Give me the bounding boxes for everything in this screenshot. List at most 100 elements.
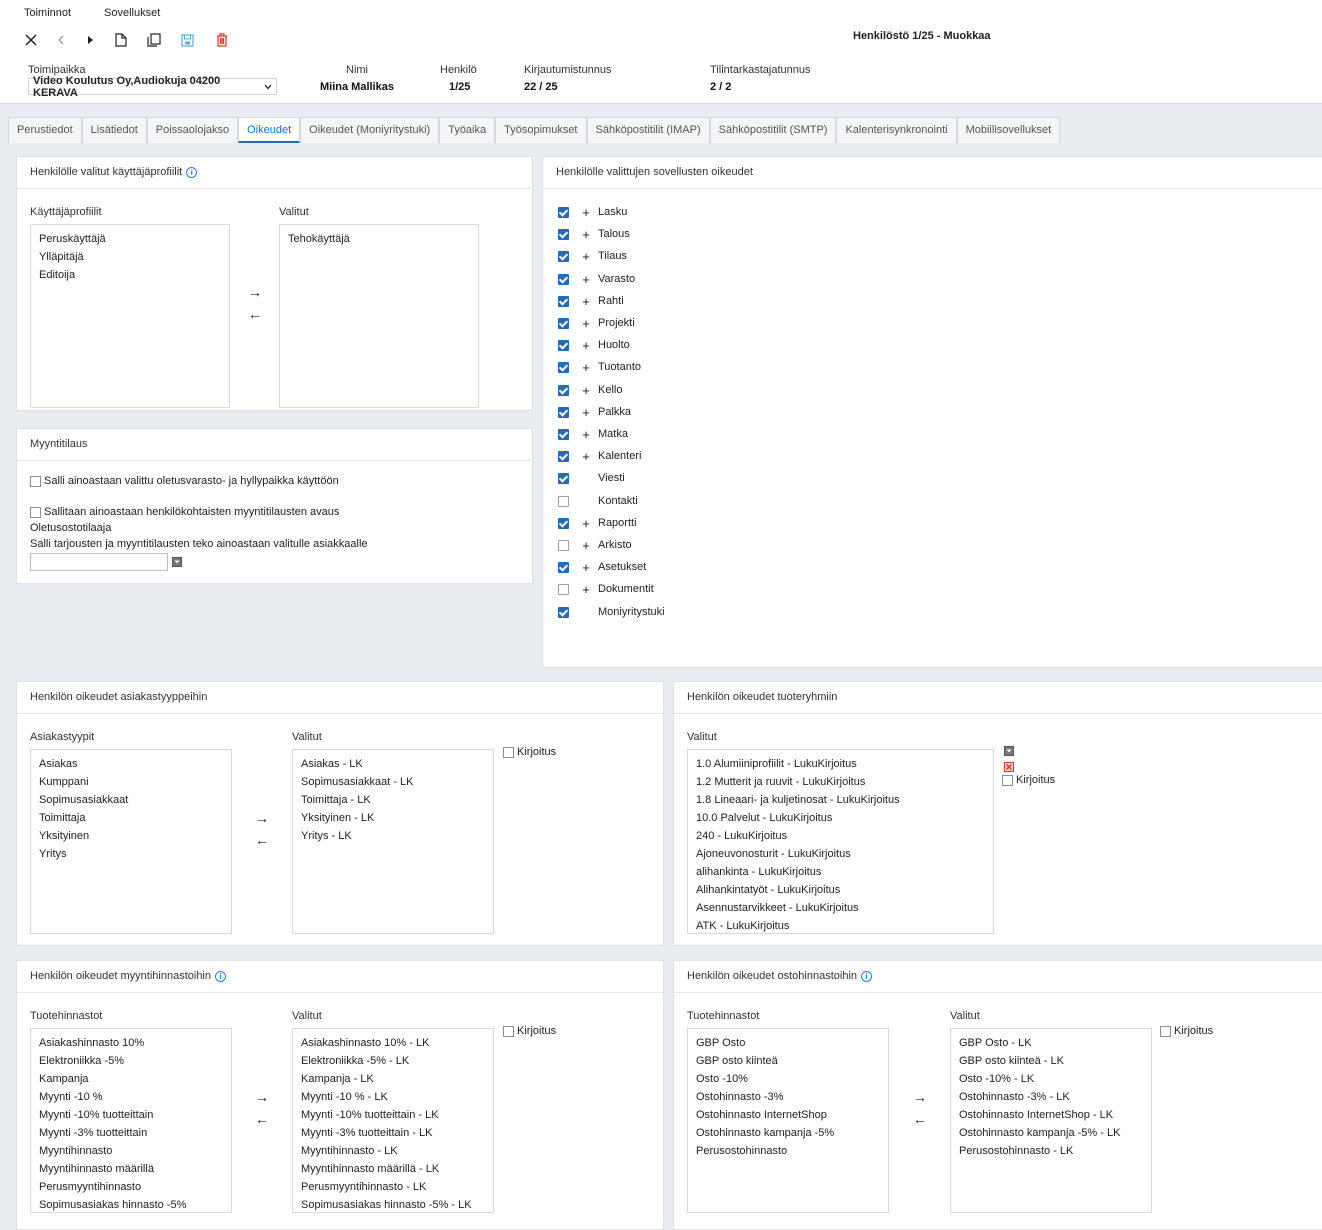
list-item[interactable]: Ostohinnasto InternetShop - LK bbox=[959, 1106, 1151, 1124]
list-item[interactable]: Alihankintatyöt - LukuKirjoitus bbox=[696, 881, 993, 899]
list-item[interactable]: GBP osto kiinteä bbox=[696, 1052, 888, 1070]
menu-toiminnot[interactable]: Toiminnot bbox=[24, 7, 71, 19]
remove-icon[interactable] bbox=[1004, 762, 1014, 772]
list-item[interactable]: 240 - LukuKirjoitus bbox=[696, 827, 993, 845]
expand-icon[interactable]: + bbox=[580, 205, 592, 220]
personal-orders-checkbox[interactable] bbox=[30, 506, 41, 518]
list-item[interactable]: Toimittaja - LK bbox=[301, 791, 493, 809]
list-item[interactable]: alihankinta - LukuKirjoitus bbox=[696, 863, 993, 881]
list-item[interactable]: Myynti -10 % - LK bbox=[301, 1088, 493, 1106]
arrow-right-icon[interactable]: → bbox=[247, 284, 263, 300]
app-checkbox[interactable] bbox=[558, 206, 569, 218]
expand-icon[interactable]: + bbox=[580, 405, 592, 420]
list-item[interactable]: Ylläpitäjä bbox=[39, 248, 229, 266]
list-item[interactable]: Kumppani bbox=[39, 773, 231, 791]
dropdown-icon[interactable] bbox=[1004, 746, 1014, 756]
list-item[interactable]: Ostohinnasto InternetShop bbox=[696, 1106, 888, 1124]
list-item[interactable]: Sopimusasiakkaat - LK bbox=[301, 773, 493, 791]
list-item[interactable]: Asiakas bbox=[39, 755, 231, 773]
save-icon[interactable] bbox=[177, 30, 197, 50]
new-document-icon[interactable] bbox=[111, 30, 131, 50]
app-checkbox[interactable] bbox=[558, 406, 569, 418]
purchase-prices-selected-list[interactable]: GBP Osto - LK GBP osto kiinteä - LK Osto… bbox=[950, 1028, 1152, 1213]
list-item[interactable]: GBP Osto - LK bbox=[959, 1034, 1151, 1052]
app-checkbox[interactable] bbox=[558, 317, 569, 329]
arrow-right-icon[interactable]: → bbox=[254, 1089, 270, 1105]
list-item[interactable]: Ostohinnasto -3% bbox=[696, 1088, 888, 1106]
list-item[interactable]: Tehokäyttäjä bbox=[288, 230, 478, 248]
list-item[interactable]: Perusostohinnasto bbox=[696, 1142, 888, 1160]
list-item[interactable]: Ostohinnasto kampanja -5% - LK bbox=[959, 1124, 1151, 1142]
expand-icon[interactable]: + bbox=[580, 360, 592, 375]
expand-icon[interactable]: + bbox=[580, 516, 592, 531]
app-checkbox[interactable] bbox=[558, 539, 569, 551]
list-item[interactable]: 1.0 Alumiiniprofiilit - LukuKirjoitus bbox=[696, 755, 993, 773]
tab-sahkopostitilit-smtp[interactable]: Sähköpostitilit (SMTP) bbox=[709, 117, 837, 143]
info-icon[interactable]: i bbox=[215, 970, 226, 982]
arrow-right-icon[interactable]: → bbox=[254, 810, 270, 826]
list-item[interactable]: GBP osto kiinteä - LK bbox=[959, 1052, 1151, 1070]
list-item[interactable]: Myyntihinnasto - LK bbox=[301, 1142, 493, 1160]
list-item[interactable]: Sopimusasiakas hinnasto -5% - LK bbox=[301, 1196, 493, 1212]
profiles-selected-list[interactable]: Tehokäyttäjä bbox=[279, 224, 479, 408]
tab-sahkopostitilit-imap[interactable]: Sähköpostitilit (IMAP) bbox=[586, 117, 710, 143]
info-icon[interactable]: i bbox=[186, 166, 198, 178]
app-checkbox[interactable] bbox=[558, 606, 569, 618]
list-item[interactable]: Myynti -10 % bbox=[39, 1088, 231, 1106]
arrow-left-icon[interactable]: ← bbox=[247, 306, 263, 322]
customer-input[interactable] bbox=[30, 553, 168, 571]
app-checkbox[interactable] bbox=[558, 517, 569, 529]
list-item[interactable]: Kampanja bbox=[39, 1070, 231, 1088]
write-checkbox[interactable] bbox=[1160, 1025, 1171, 1037]
list-item[interactable]: Myynti -10% tuotteittain bbox=[39, 1106, 231, 1124]
list-item[interactable]: 1.8 Lineaari- ja kuljetinosat - LukuKirj… bbox=[696, 791, 993, 809]
list-item[interactable]: Editoija bbox=[39, 266, 229, 284]
app-checkbox[interactable] bbox=[558, 250, 569, 262]
prev-icon[interactable] bbox=[51, 30, 71, 50]
list-item[interactable]: GBP Osto bbox=[696, 1034, 888, 1052]
tab-oikeudet-moniyritystuki[interactable]: Oikeudet (Moniyritystuki) bbox=[300, 117, 440, 143]
expand-icon[interactable]: + bbox=[580, 449, 592, 464]
write-checkbox[interactable] bbox=[503, 1025, 514, 1037]
expand-icon[interactable]: + bbox=[580, 338, 592, 353]
list-item[interactable]: Perusmyyntihinnasto - LK bbox=[301, 1178, 493, 1196]
next-icon[interactable] bbox=[80, 30, 100, 50]
product-groups-selected-list[interactable]: 1.0 Alumiiniprofiilit - LukuKirjoitus 1.… bbox=[687, 749, 994, 934]
list-item[interactable]: Osto -10% - LK bbox=[959, 1070, 1151, 1088]
list-item[interactable]: Toimittaja bbox=[39, 809, 231, 827]
list-item[interactable]: Myynti -3% tuotteittain - LK bbox=[301, 1124, 493, 1142]
list-item[interactable]: Kampanja - LK bbox=[301, 1070, 493, 1088]
app-checkbox[interactable] bbox=[558, 495, 569, 507]
tab-mobiilisovellukset[interactable]: Mobiilisovellukset bbox=[956, 117, 1061, 143]
arrow-right-icon[interactable]: → bbox=[912, 1089, 928, 1105]
list-item[interactable]: Elektroniikka -5% bbox=[39, 1052, 231, 1070]
list-item[interactable]: Asiakas - LK bbox=[301, 755, 493, 773]
list-item[interactable]: Asiakashinnasto 10% - LK bbox=[301, 1034, 493, 1052]
company-select[interactable]: Video Koulutus Oy,Audiokuja 04200 KERAVA bbox=[28, 75, 277, 99]
list-item[interactable]: Myyntihinnasto määrillä bbox=[39, 1160, 231, 1178]
dropdown-icon[interactable] bbox=[172, 557, 182, 567]
menu-sovellukset[interactable]: Sovellukset bbox=[104, 7, 160, 19]
tab-tyoaika[interactable]: Työaika bbox=[439, 117, 496, 143]
copy-icon[interactable] bbox=[144, 30, 164, 50]
list-item[interactable]: Perusmyyntihinnasto bbox=[39, 1178, 231, 1196]
list-item[interactable]: Ostohinnasto -3% - LK bbox=[959, 1088, 1151, 1106]
app-checkbox[interactable] bbox=[558, 273, 569, 285]
expand-icon[interactable]: + bbox=[580, 294, 592, 309]
arrow-left-icon[interactable]: ← bbox=[254, 1111, 270, 1127]
list-item[interactable]: Yksityinen - LK bbox=[301, 809, 493, 827]
list-item[interactable]: Ajoneuvonosturit - LukuKirjoitus bbox=[696, 845, 993, 863]
list-item[interactable]: Myynti -3% tuotteittain bbox=[39, 1124, 231, 1142]
list-item[interactable]: ATK - LukuKirjoitus bbox=[696, 917, 993, 933]
list-item[interactable]: 10.0 Palvelut - LukuKirjoitus bbox=[696, 809, 993, 827]
app-checkbox[interactable] bbox=[558, 472, 569, 484]
list-item[interactable]: Asennustarvikkeet - LukuKirjoitus bbox=[696, 899, 993, 917]
expand-icon[interactable]: + bbox=[580, 272, 592, 287]
list-item[interactable]: Osto -10% bbox=[696, 1070, 888, 1088]
list-item[interactable]: Myyntihinnasto bbox=[39, 1142, 231, 1160]
list-item[interactable]: 1.2 Mutterit ja ruuvit - LukuKirjoitus bbox=[696, 773, 993, 791]
expand-icon[interactable]: + bbox=[580, 316, 592, 331]
app-checkbox[interactable] bbox=[558, 450, 569, 462]
arrow-left-icon[interactable]: ← bbox=[912, 1111, 928, 1127]
write-checkbox[interactable] bbox=[1002, 774, 1013, 786]
